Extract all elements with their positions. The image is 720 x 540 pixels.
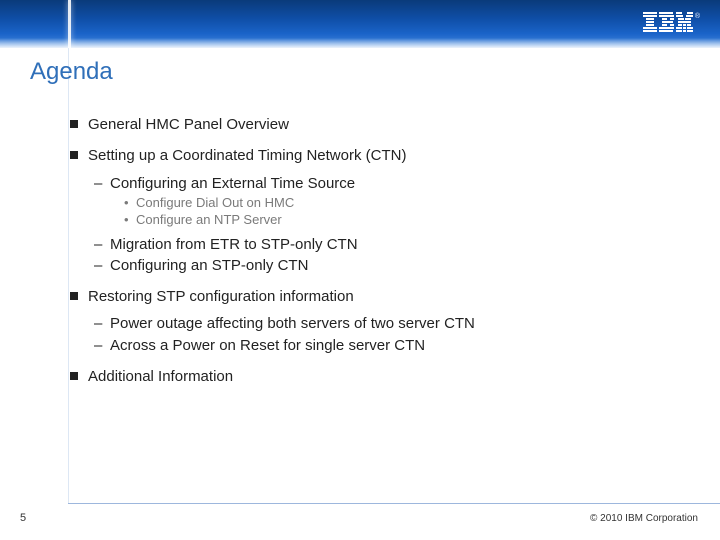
slide: ® Agenda General HMC Panel Overview Sett… xyxy=(0,0,720,540)
bullet-text: Migration from ETR to STP-only CTN xyxy=(110,236,358,253)
bullet-text: Configuring an External Time Source xyxy=(110,175,355,192)
registered-mark: ® xyxy=(695,13,700,20)
bullet-level2: Migration from ETR to STP-only CTN xyxy=(94,236,680,253)
bullet-level1: General HMC Panel Overview xyxy=(70,116,680,133)
bullet-text: Restoring STP configuration information xyxy=(88,288,354,305)
bullet-level2: Power outage affecting both servers of t… xyxy=(94,315,680,332)
content-area: General HMC Panel Overview Setting up a … xyxy=(70,116,680,399)
bullet-level1: Restoring STP configuration information xyxy=(70,288,680,305)
page-number: 5 xyxy=(20,512,26,524)
bullet-text: Configure Dial Out on HMC xyxy=(136,195,294,210)
bullet-text: Power outage affecting both servers of t… xyxy=(110,315,475,332)
bullet-level1: Additional Information xyxy=(70,368,680,385)
bullet-level3: Configure an NTP Server xyxy=(124,213,680,228)
bullet-text: Setting up a Coordinated Timing Network … xyxy=(88,147,406,164)
bullet-level2: Configuring an STP-only CTN xyxy=(94,257,680,274)
bullet-level3: Configure Dial Out on HMC xyxy=(124,196,680,211)
bullet-text: Configuring an STP-only CTN xyxy=(110,257,308,274)
bullet-level2: Across a Power on Reset for single serve… xyxy=(94,337,680,354)
banner-divider xyxy=(68,0,71,48)
slide-title: Agenda xyxy=(30,58,113,86)
left-accent-line xyxy=(68,48,69,504)
bullet-text: General HMC Panel Overview xyxy=(88,116,289,133)
bullet-text: Across a Power on Reset for single serve… xyxy=(110,337,425,354)
top-banner: ® xyxy=(0,0,720,48)
bullet-text: Additional Information xyxy=(88,368,233,385)
bullet-level2: Configuring an External Time Source xyxy=(94,175,680,192)
footer-divider xyxy=(68,503,720,504)
ibm-logo: ® xyxy=(643,12,700,32)
copyright: © 2010 IBM Corporation xyxy=(590,513,698,524)
bullet-level1: Setting up a Coordinated Timing Network … xyxy=(70,147,680,164)
bullet-text: Configure an NTP Server xyxy=(136,212,282,227)
